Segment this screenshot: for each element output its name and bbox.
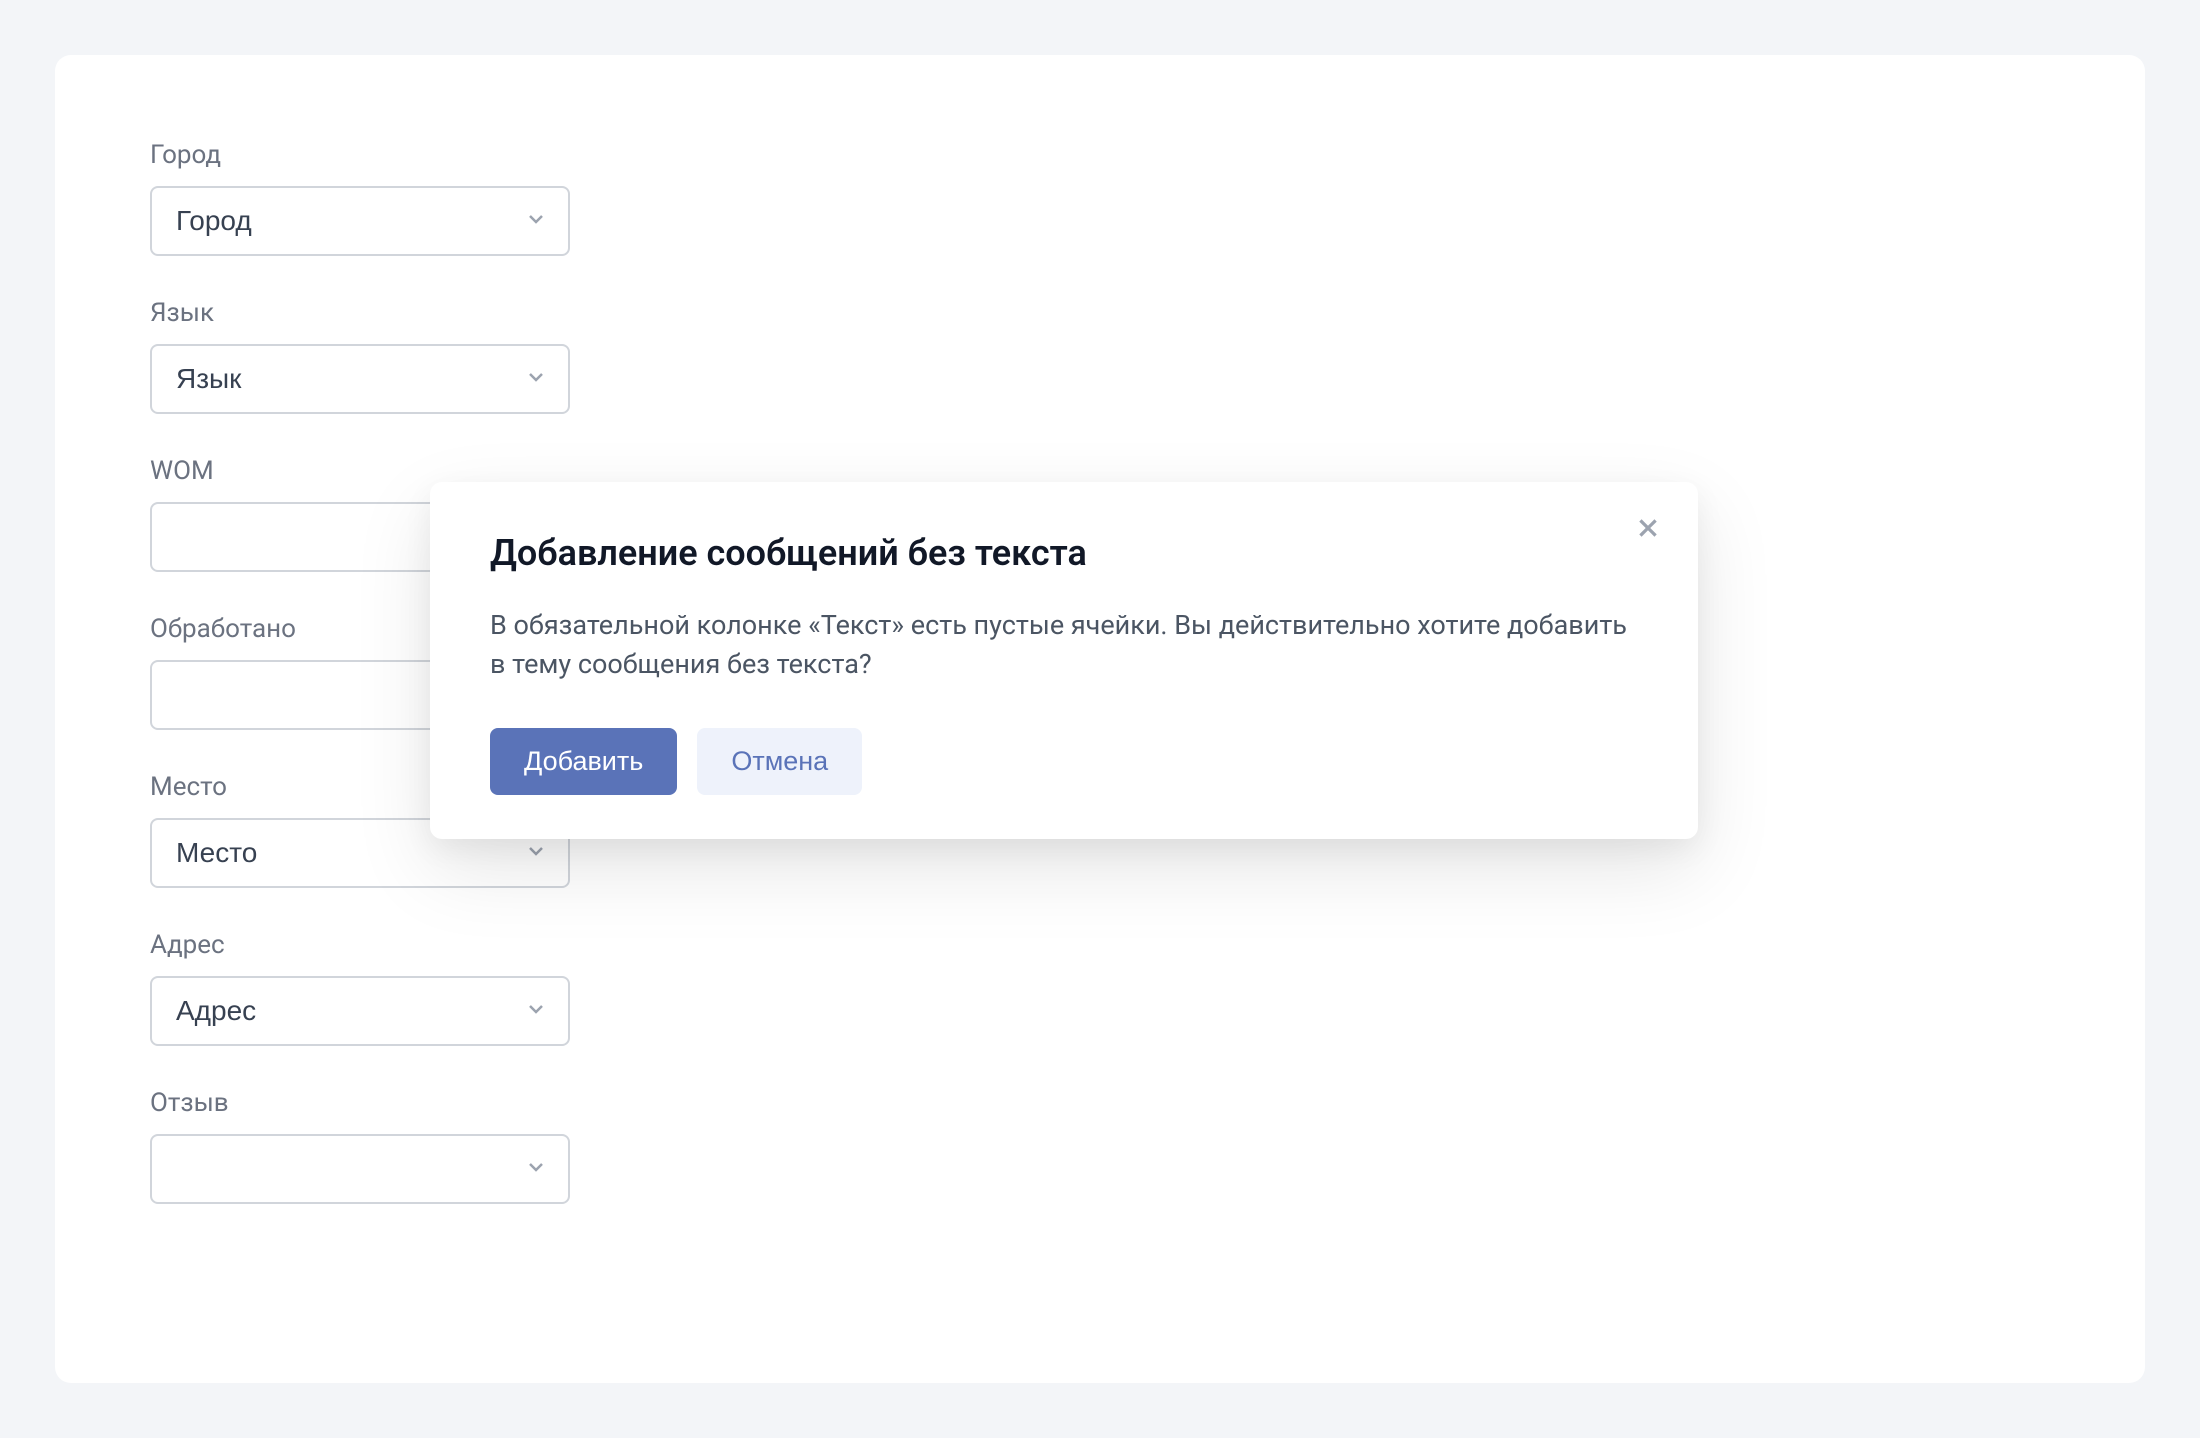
- form-group-city: Город: [150, 140, 2050, 256]
- review-label: Отзыв: [150, 1088, 2050, 1118]
- address-select-wrapper: [150, 976, 570, 1046]
- form-group-review: Отзыв: [150, 1088, 2050, 1204]
- city-label: Город: [150, 140, 2050, 170]
- modal-body-text: В обязательной колонке «Текст» есть пуст…: [490, 606, 1638, 684]
- language-select[interactable]: [150, 344, 570, 414]
- modal-footer: Добавить Отмена: [490, 728, 1638, 795]
- language-select-wrapper: [150, 344, 570, 414]
- city-select[interactable]: [150, 186, 570, 256]
- confirm-modal: Добавление сообщений без текста В обязат…: [430, 482, 1698, 839]
- form-group-language: Язык: [150, 298, 2050, 414]
- form-group-address: Адрес: [150, 930, 2050, 1046]
- modal-title: Добавление сообщений без текста: [490, 532, 1638, 574]
- modal-close-button[interactable]: [1630, 512, 1666, 548]
- close-icon: [1635, 515, 1661, 545]
- address-select[interactable]: [150, 976, 570, 1046]
- review-select[interactable]: [150, 1134, 570, 1204]
- cancel-button[interactable]: Отмена: [697, 728, 862, 795]
- language-label: Язык: [150, 298, 2050, 328]
- review-select-wrapper: [150, 1134, 570, 1204]
- confirm-button[interactable]: Добавить: [490, 728, 677, 795]
- address-label: Адрес: [150, 930, 2050, 960]
- city-select-wrapper: [150, 186, 570, 256]
